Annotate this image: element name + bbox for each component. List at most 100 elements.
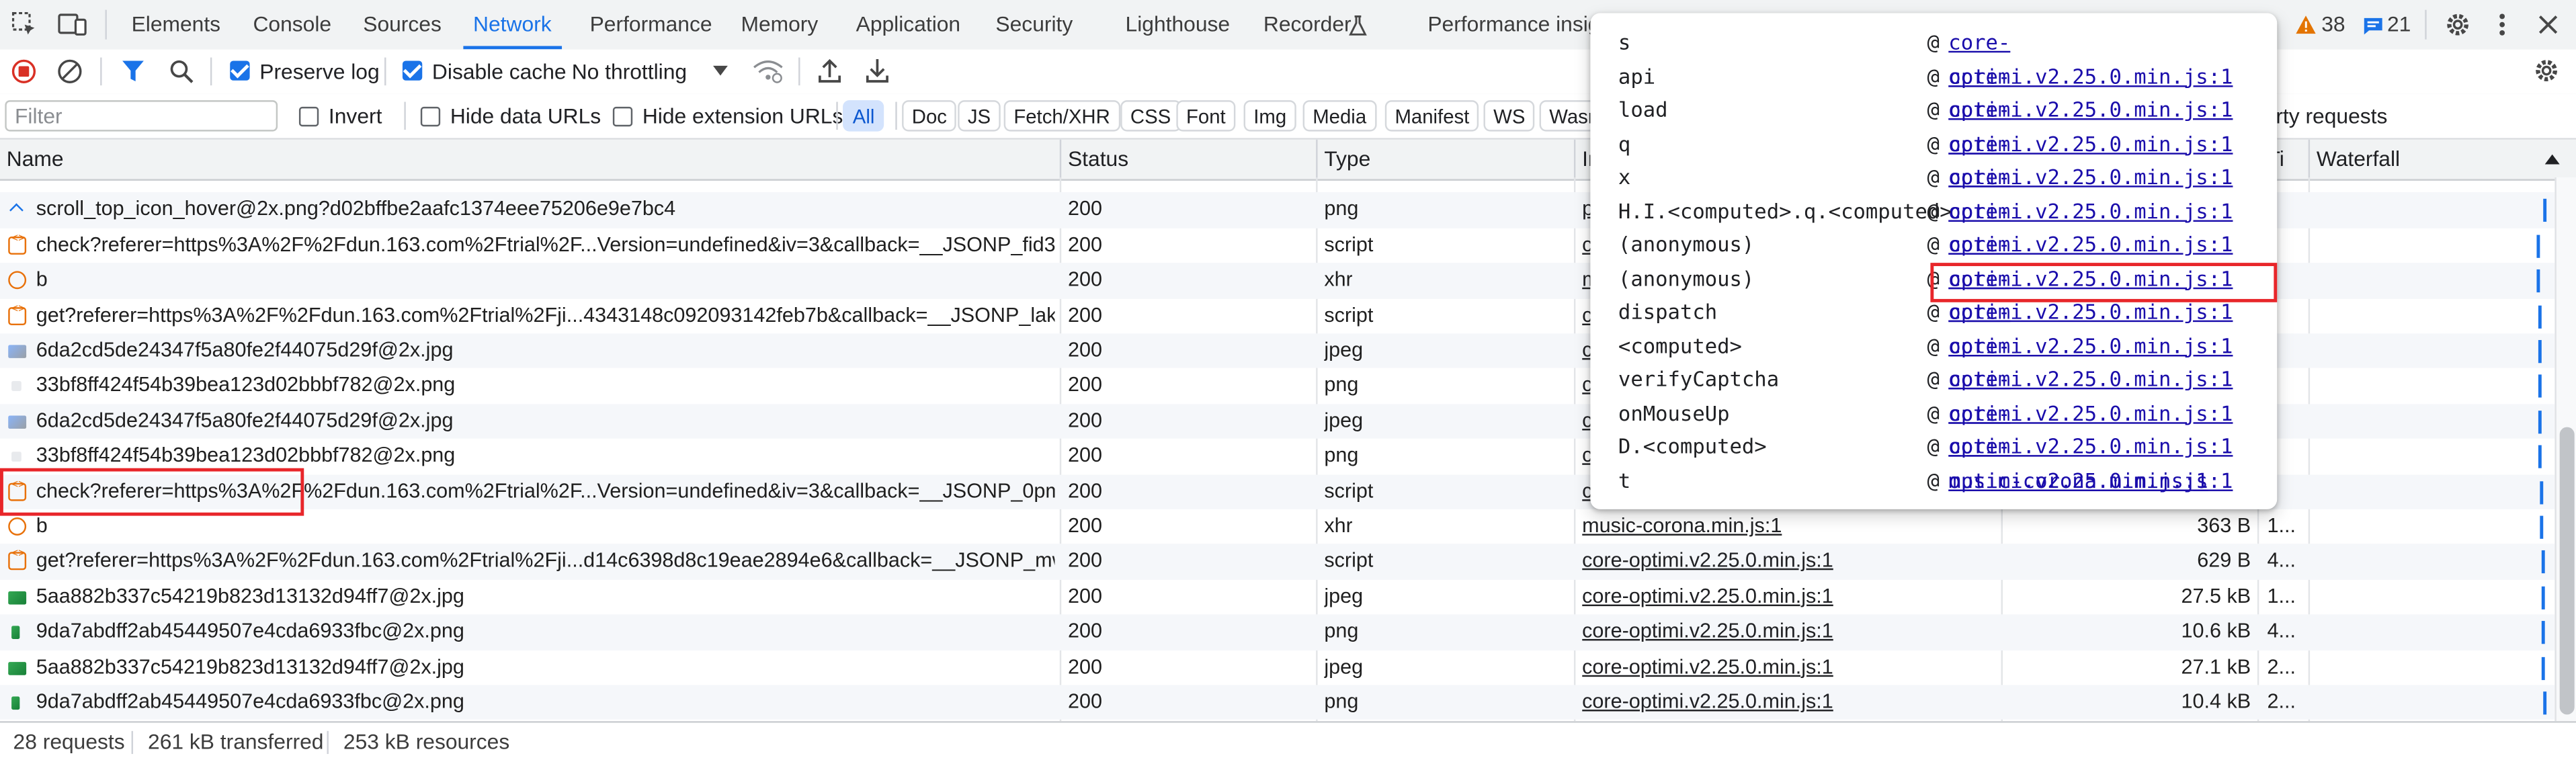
more-options-icon[interactable]: [2497, 11, 2507, 38]
request-name[interactable]: check?referer=https%3A%2F%2Fdun.163.com%…: [36, 228, 1055, 263]
table-row[interactable]: 5aa882b337c54219b823d13132d94ff7@2x.jpg …: [0, 650, 2554, 685]
request-name[interactable]: 9da7abdff2ab45449507e4cda6933fbc@2x.png: [36, 685, 1055, 720]
tab-recorder[interactable]: Recorder: [1263, 0, 1352, 49]
filter-funnel-icon[interactable]: [122, 59, 144, 84]
preserve-log-checkbox[interactable]: [230, 60, 250, 81]
request-name[interactable]: get?referer=https%3A%2F%2Fdun.163.com%2F…: [36, 544, 1055, 579]
type-filter-manifest[interactable]: Manifest: [1384, 100, 1480, 132]
hide-data-urls-checkbox[interactable]: [420, 106, 441, 127]
tab-performance-insights[interactable]: Performance insig: [1427, 0, 1599, 49]
filter-input[interactable]: [5, 100, 278, 132]
scrollbar-thumb[interactable]: [2559, 427, 2575, 715]
export-har-icon[interactable]: [866, 58, 888, 84]
stack-frame-source-link[interactable]: music-corona.min.js:1: [1948, 464, 2208, 498]
table-vertical-scrollbar[interactable]: [2554, 177, 2576, 722]
warning-icon[interactable]: [2295, 15, 2317, 34]
stop-recording-icon[interactable]: [11, 59, 36, 84]
hide-extension-urls-label[interactable]: Hide extension URLs: [642, 93, 843, 138]
request-name[interactable]: 5aa882b337c54219b823d13132d94ff7@2x.jpg: [36, 579, 1055, 614]
column-header-status[interactable]: Status: [1068, 140, 1128, 179]
device-toolbar-icon[interactable]: [58, 11, 87, 38]
request-name[interactable]: get?referer=https%3A%2F%2Fdun.163.com%2F…: [36, 298, 1055, 333]
request-name[interactable]: 6da2cd5de24347f5a80fe2f44075d29f@2x.jpg: [36, 333, 1055, 368]
messages-icon[interactable]: [2362, 16, 2384, 36]
type-filter-css[interactable]: CSS: [1120, 100, 1181, 132]
request-initiator[interactable]: core-optimi.v2.25.0.min.js:1: [1582, 615, 1993, 650]
column-header-type[interactable]: Type: [1324, 140, 1370, 179]
stack-frame: load @ core-optimi.v2.25.0.min.js:1: [1590, 93, 2277, 155]
tab-security[interactable]: Security: [995, 0, 1073, 49]
stack-frame-function: (anonymous): [1618, 265, 1755, 290]
inspect-element-icon[interactable]: [11, 11, 38, 38]
tab-lighthouse[interactable]: Lighthouse: [1126, 0, 1231, 49]
type-filter-all[interactable]: All: [843, 100, 885, 132]
request-initiator[interactable]: core-optimi.v2.25.0.min.js:1: [1582, 685, 1993, 720]
request-name[interactable]: 5aa882b337c54219b823d13132d94ff7@2x.jpg: [36, 650, 1055, 685]
type-filter-ws[interactable]: WS: [1483, 100, 1536, 132]
hide-data-urls-label[interactable]: Hide data URLs: [450, 93, 601, 138]
tab-network[interactable]: Network: [463, 0, 561, 50]
import-har-icon[interactable]: [818, 58, 841, 84]
close-devtools-icon[interactable]: [2538, 15, 2558, 34]
tab-memory[interactable]: Memory: [741, 0, 819, 49]
request-initiator[interactable]: music-corona.min.js:1: [1582, 509, 1993, 544]
stack-frame-function: <computed>: [1618, 333, 1742, 357]
table-row[interactable]: 5aa882b337c54219b823d13132d94ff7@2x.jpg …: [0, 579, 2554, 614]
request-initiator[interactable]: core-optimi.v2.25.0.min.js:1: [1582, 579, 1993, 614]
request-name[interactable]: b: [36, 509, 1055, 544]
statusbar-divider: [327, 730, 329, 755]
type-filter-js[interactable]: JS: [958, 100, 1001, 132]
type-filter-font[interactable]: Font: [1176, 100, 1236, 132]
tab-console[interactable]: Console: [253, 0, 331, 49]
network-settings-gear-icon[interactable]: [2534, 58, 2560, 84]
sort-ascending-icon[interactable]: [2544, 154, 2560, 165]
throttling-dropdown-icon[interactable]: [712, 65, 728, 76]
column-divider[interactable]: [1316, 139, 1318, 179]
type-filter-media[interactable]: Media: [1302, 100, 1376, 132]
clear-log-icon[interactable]: [58, 59, 83, 84]
network-status-bar: 28 requests 261 kB transferred 253 kB re…: [0, 721, 2576, 762]
throttling-select[interactable]: No throttling: [572, 49, 687, 93]
search-icon[interactable]: [169, 59, 194, 84]
column-header-name[interactable]: Name: [7, 140, 64, 179]
messages-count[interactable]: 21: [2387, 0, 2411, 49]
request-name[interactable]: b: [36, 263, 1055, 298]
request-name[interactable]: 33bf8ff424f54b39bea123d02bbbf782@2x.png: [36, 369, 1055, 404]
image-placeholder-icon: [11, 452, 22, 462]
column-divider[interactable]: [1059, 139, 1062, 179]
table-row[interactable]: 9da7abdff2ab45449507e4cda6933fbc@2x.png …: [0, 685, 2555, 720]
type-filter-fetch-xhr[interactable]: Fetch/XHR: [1003, 100, 1120, 132]
column-divider[interactable]: [2308, 139, 2311, 179]
column-header-waterfall[interactable]: Waterfall: [2317, 140, 2400, 179]
type-filter-img[interactable]: Img: [1243, 100, 1296, 132]
column-divider[interactable]: [1573, 139, 1576, 179]
invert-checkbox[interactable]: [298, 106, 319, 127]
tab-elements[interactable]: Elements: [132, 0, 221, 49]
settings-gear-icon[interactable]: [2445, 11, 2471, 38]
hide-extension-urls-checkbox[interactable]: [612, 106, 633, 127]
tab-application[interactable]: Application: [856, 0, 960, 49]
invert-label[interactable]: Invert: [329, 93, 382, 138]
waterfall-bar: [2538, 410, 2542, 433]
table-row[interactable]: b 200 xhr music-corona.min.js:1 363 B 1.…: [0, 509, 2554, 544]
request-name[interactable]: scroll_top_icon_hover@2x.png?d02bffbe2aa…: [36, 193, 1055, 228]
request-initiator[interactable]: core-optimi.v2.25.0.min.js:1: [1582, 544, 1993, 579]
request-status: 200: [1067, 409, 1102, 432]
xhr-request-icon: [8, 271, 27, 290]
third-party-requests-label[interactable]: arty requests: [2264, 93, 2388, 138]
table-row[interactable]: get?referer=https%3A%2F%2Fdun.163.com%2F…: [0, 544, 2555, 580]
table-row[interactable]: 9da7abdff2ab45449507e4cda6933fbc@2x.png …: [0, 614, 2555, 650]
request-initiator[interactable]: core-optimi.v2.25.0.min.js:1: [1582, 650, 1993, 685]
preserve-log-label[interactable]: Preserve log: [259, 49, 379, 93]
request-name[interactable]: 6da2cd5de24347f5a80fe2f44075d29f@2x.jpg: [36, 404, 1055, 439]
resources-size: 253 kB resources: [343, 729, 510, 755]
tab-sources[interactable]: Sources: [363, 0, 442, 49]
type-filter-doc[interactable]: Doc: [902, 100, 957, 132]
network-conditions-icon[interactable]: [753, 59, 784, 84]
warnings-count[interactable]: 38: [2321, 0, 2345, 49]
disable-cache-label[interactable]: Disable cache: [432, 49, 567, 93]
request-name[interactable]: 9da7abdff2ab45449507e4cda6933fbc@2x.png: [36, 615, 1055, 650]
disable-cache-checkbox[interactable]: [402, 60, 423, 81]
request-size: 10.4 kB: [2181, 689, 2251, 713]
tab-performance[interactable]: Performance: [590, 0, 712, 49]
